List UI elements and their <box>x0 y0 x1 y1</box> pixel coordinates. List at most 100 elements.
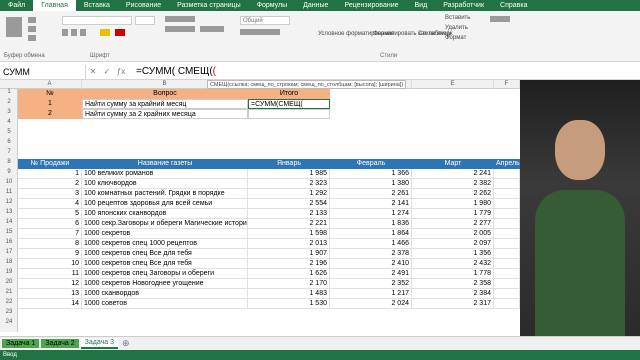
sales-cell[interactable]: 2 013 <box>248 239 330 249</box>
sales-cell[interactable]: 1 292 <box>248 189 330 199</box>
sales-cell[interactable]: 9 <box>18 249 82 259</box>
sales-cell[interactable]: 1 779 <box>412 209 494 219</box>
sales-cell[interactable]: 1 466 <box>330 239 412 249</box>
font-size-box[interactable] <box>135 16 155 25</box>
sales-cell[interactable]: 2 170 <box>248 279 330 289</box>
sales-header-jan[interactable]: Январь <box>248 159 330 169</box>
col-header-e[interactable]: E <box>412 80 494 89</box>
sales-cell[interactable] <box>494 169 520 179</box>
row-header[interactable]: 4 <box>0 119 18 125</box>
underline-icon[interactable] <box>80 29 86 36</box>
row-header[interactable]: 23 <box>0 309 18 315</box>
sales-cell[interactable]: 1 980 <box>412 199 494 209</box>
question-header-question[interactable]: Вопрос <box>82 89 248 99</box>
sales-cell[interactable]: 2 277 <box>412 219 494 229</box>
sales-cell[interactable]: 1000 секретов спец 1000 рецептов <box>82 239 248 249</box>
sales-cell[interactable]: 1 366 <box>330 169 412 179</box>
sales-cell[interactable]: 2 378 <box>330 249 412 259</box>
sales-cell[interactable]: 2 005 <box>412 229 494 239</box>
sales-cell[interactable]: 1 380 <box>330 179 412 189</box>
sales-cell[interactable]: 14 <box>18 299 82 309</box>
row-header[interactable]: 5 <box>0 129 18 135</box>
sales-cell[interactable]: 7 <box>18 229 82 239</box>
row-header[interactable]: 17 <box>0 249 18 255</box>
sales-cell[interactable]: 1 483 <box>248 289 330 299</box>
question-num-2[interactable]: 2 <box>18 109 82 119</box>
sales-cell[interactable]: 1 907 <box>248 249 330 259</box>
italic-icon[interactable] <box>71 29 77 36</box>
sales-cell[interactable]: 1 598 <box>248 229 330 239</box>
sales-cell[interactable]: 4 <box>18 199 82 209</box>
sales-cell[interactable]: 100 великих романов <box>82 169 248 179</box>
row-header[interactable]: 6 <box>0 139 18 145</box>
tab-data[interactable]: Данные <box>295 2 336 9</box>
sales-cell[interactable]: 1000 советов <box>82 299 248 309</box>
sales-cell[interactable]: 2 384 <box>412 289 494 299</box>
sales-cell[interactable]: 13 <box>18 289 82 299</box>
sales-cell[interactable]: 1 626 <box>248 269 330 279</box>
sales-header-apr[interactable]: Апрель <box>494 159 520 169</box>
sales-cell[interactable]: 8 <box>18 239 82 249</box>
tab-draw[interactable]: Рисование <box>118 2 169 9</box>
question-header-num[interactable]: № <box>18 89 82 99</box>
row-header[interactable]: 11 <box>0 189 18 195</box>
sales-cell[interactable]: 1 274 <box>330 209 412 219</box>
sales-cell[interactable] <box>494 239 520 249</box>
sales-cell[interactable]: 1 778 <box>412 269 494 279</box>
sales-cell[interactable] <box>494 249 520 259</box>
active-cell-c2[interactable]: =СУММ(СМЕЩ( <box>248 99 330 109</box>
sales-cell[interactable]: 2 382 <box>412 179 494 189</box>
tab-insert[interactable]: Вставка <box>76 2 118 9</box>
sales-cell[interactable]: 2 554 <box>248 199 330 209</box>
sales-cell[interactable]: 2 133 <box>248 209 330 219</box>
sales-cell[interactable]: 2 196 <box>248 259 330 269</box>
tab-developer[interactable]: Разработчик <box>435 2 492 9</box>
sales-cell[interactable]: 1000 секретов Новогоднее угощение <box>82 279 248 289</box>
sales-cell[interactable] <box>494 279 520 289</box>
sales-cell[interactable]: 2 141 <box>330 199 412 209</box>
sales-cell[interactable]: 1000 сканвордов <box>82 289 248 299</box>
tab-home[interactable]: Главная <box>33 0 76 11</box>
sales-cell[interactable] <box>494 299 520 309</box>
sales-cell[interactable]: 100 японских сканвордов <box>82 209 248 219</box>
sheet-tab-2[interactable]: Задача 2 <box>41 339 79 348</box>
sales-cell[interactable]: 3 <box>18 189 82 199</box>
copy-icon[interactable] <box>28 26 36 32</box>
question-num-1[interactable]: 1 <box>18 99 82 109</box>
question-result-2[interactable] <box>248 109 330 119</box>
row-header[interactable]: 2 <box>0 99 18 105</box>
sales-cell[interactable]: 1000 секр.Заговоры и обереги Магические … <box>82 219 248 229</box>
formula-input[interactable]: =СУММ( СМЕЩ(( <box>128 66 216 77</box>
format-painter-icon[interactable] <box>28 35 36 41</box>
font-color-icon[interactable] <box>115 29 125 36</box>
sales-cell[interactable]: 1 530 <box>248 299 330 309</box>
sales-cell[interactable]: 1000 секретов <box>82 229 248 239</box>
insert-function-icon[interactable]: ƒx <box>114 67 128 76</box>
sales-cell[interactable] <box>494 209 520 219</box>
sales-cell[interactable]: 2 097 <box>412 239 494 249</box>
sales-header-num[interactable]: № Продажи <box>18 159 82 169</box>
row-header[interactable]: 18 <box>0 259 18 265</box>
format-cells-button[interactable]: Формат <box>445 35 466 41</box>
insert-cells-button[interactable]: Вставить <box>445 15 470 21</box>
row-header[interactable]: 21 <box>0 289 18 295</box>
question-text-2[interactable]: Найти сумму за 2 крайних месяца <box>82 109 248 119</box>
sales-cell[interactable]: 2 262 <box>412 189 494 199</box>
delete-cells-button[interactable]: Удалить <box>445 25 468 31</box>
row-header[interactable]: 15 <box>0 229 18 235</box>
sales-cell[interactable]: 2 241 <box>412 169 494 179</box>
sheet-tab-1[interactable]: Задача 1 <box>2 339 40 348</box>
sales-cell[interactable] <box>494 219 520 229</box>
sales-cell[interactable]: 1000 секретов спец Все для тебя <box>82 259 248 269</box>
row-header[interactable]: 12 <box>0 199 18 205</box>
tab-page-layout[interactable]: Разметка страницы <box>169 2 249 9</box>
merge-icon[interactable] <box>200 26 224 32</box>
sales-cell[interactable]: 2 410 <box>330 259 412 269</box>
sales-cell[interactable]: 2 323 <box>248 179 330 189</box>
name-box[interactable]: СУММ <box>0 64 86 79</box>
enter-icon[interactable]: ✓ <box>100 67 114 76</box>
row-header[interactable]: 22 <box>0 299 18 305</box>
sales-cell[interactable]: 2 358 <box>412 279 494 289</box>
alignment-top-icons[interactable] <box>165 16 195 22</box>
row-header[interactable]: 13 <box>0 209 18 215</box>
